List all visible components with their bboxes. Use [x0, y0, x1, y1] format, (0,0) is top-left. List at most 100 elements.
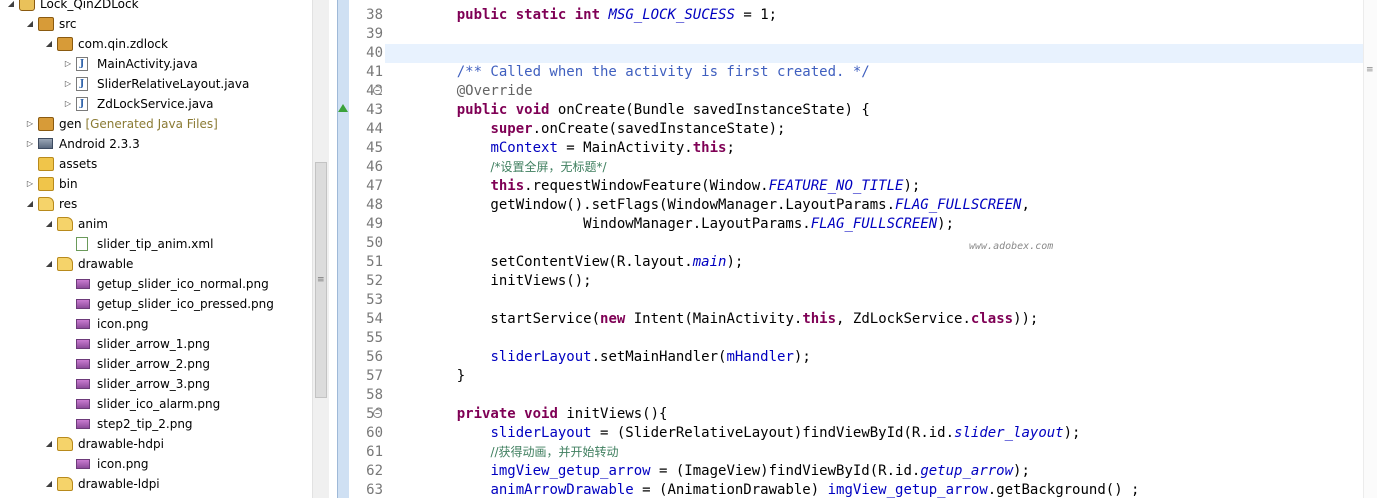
tree-item[interactable]: ▷ gen [Generated Java Files] [0, 114, 312, 134]
tree-item-name: getup_slider_ico_normal.png [97, 277, 269, 291]
tree-item-label: SliderRelativeLayout.java [97, 74, 249, 94]
expanded-twisty-icon[interactable]: ◢ [44, 214, 54, 234]
tree-item[interactable]: ▷ bin [0, 174, 312, 194]
code-line[interactable]: 45 mContext = MainActivity.this; [366, 139, 1363, 158]
tree-item[interactable]: ◢ drawable-ldpi [0, 474, 312, 494]
overview-grip-icon: ≡ [1366, 65, 1374, 75]
tree-item[interactable]: slider_tip_anim.xml [0, 234, 312, 254]
overview-ruler[interactable]: ≡ [1363, 0, 1377, 498]
tree-item[interactable]: ◢ anim [0, 214, 312, 234]
tree-item[interactable]: slider_ico_alarm.png [0, 394, 312, 414]
tree-item[interactable]: slider_arrow_2.png [0, 354, 312, 374]
folder-icon [38, 157, 54, 171]
code-line[interactable]: 43 public void onCreate(Bundle savedInst… [366, 101, 1363, 120]
code-area[interactable]: 38 public static int MSG_LOCK_SUCESS = 1… [366, 0, 1363, 498]
image-file-icon [76, 419, 90, 429]
code-line[interactable]: 42− @Override [366, 82, 1363, 101]
code-line[interactable]: 55 [366, 329, 1363, 348]
collapsed-twisty-icon[interactable]: ▷ [25, 174, 35, 194]
code-line[interactable]: 54 startService(new Intent(MainActivity.… [366, 310, 1363, 329]
line-number: 63 [366, 482, 383, 498]
collapsed-twisty-icon[interactable]: ▷ [63, 54, 73, 74]
tree-item[interactable]: icon.png [0, 314, 312, 334]
collapsed-twisty-icon[interactable]: ▷ [63, 74, 73, 94]
tree-item[interactable]: slider_arrow_3.png [0, 374, 312, 394]
expanded-twisty-icon[interactable]: ◢ [44, 474, 54, 494]
tree-item[interactable]: ▷ J ZdLockService.java [0, 94, 312, 114]
tree-item[interactable]: assets [0, 154, 312, 174]
tree-item[interactable]: ◢ com.qin.zdlock [0, 34, 312, 54]
code-line[interactable]: 59− private void initViews(){ [366, 405, 1363, 424]
java-file-icon: J [76, 57, 88, 71]
collapsed-twisty-icon [63, 414, 73, 434]
tree-item[interactable]: ◢ drawable [0, 254, 312, 274]
tree-item[interactable]: ◢ drawable-hdpi [0, 434, 312, 454]
tree-item-label: gen [Generated Java Files] [59, 114, 218, 134]
tree-item[interactable]: icon.png [0, 454, 312, 474]
tree-item[interactable]: getup_slider_ico_normal.png [0, 274, 312, 294]
code-line[interactable]: 48 getWindow().setFlags(WindowManager.La… [366, 196, 1363, 215]
code-line[interactable]: 44 super.onCreate(savedInstanceState); [366, 120, 1363, 139]
override-marker-icon[interactable] [338, 104, 348, 112]
expanded-twisty-icon[interactable]: ◢ [25, 194, 35, 214]
tree-item-name: bin [59, 177, 78, 191]
code-line[interactable]: 58 [366, 386, 1363, 405]
tree-item-name: res [59, 197, 78, 211]
collapse-fold-icon[interactable]: − [373, 409, 382, 418]
tree-item[interactable]: ▷ J MainActivity.java [0, 54, 312, 74]
tree-item[interactable]: ◢ res [0, 194, 312, 214]
code-line[interactable]: 63 animArrowDrawable = (AnimationDrawabl… [366, 481, 1363, 498]
code-line[interactable]: 60 sliderLayout = (SliderRelativeLayout)… [366, 424, 1363, 443]
tree-item[interactable]: step2_tip_2.png [0, 414, 312, 434]
expanded-twisty-icon[interactable]: ◢ [44, 254, 54, 274]
code-line[interactable]: 49 WindowManager.LayoutParams.FLAG_FULLS… [366, 215, 1363, 234]
code-text: } [423, 368, 466, 384]
image-file-icon [76, 279, 90, 289]
tree-item-name: icon.png [97, 317, 149, 331]
current-code-line[interactable]: 40 [366, 44, 1363, 63]
collapsed-twisty-icon [63, 294, 73, 314]
collapsed-twisty-icon[interactable]: ▷ [25, 134, 35, 154]
tree-item[interactable]: ◢ src [0, 14, 312, 34]
expanded-twisty-icon[interactable]: ◢ [44, 434, 54, 454]
tree-item[interactable]: getup_slider_ico_pressed.png [0, 294, 312, 314]
code-line[interactable]: 38 public static int MSG_LOCK_SUCESS = 1… [366, 6, 1363, 25]
tree-item[interactable]: ▷ J SliderRelativeLayout.java [0, 74, 312, 94]
code-line[interactable]: 50 [366, 234, 1363, 253]
collapsed-twisty-icon [63, 334, 73, 354]
expanded-twisty-icon[interactable]: ◢ [6, 0, 16, 14]
package-explorer: ◢ Lock_QinZDLock ◢ src ◢ com.qin.zdlock ▷ J Main… [0, 0, 312, 498]
code-text: mContext = MainActivity.this; [490, 140, 735, 156]
collapsed-twisty-icon[interactable]: ▷ [25, 114, 35, 134]
code-line[interactable]: 56 sliderLayout.setMainHandler(mHandler)… [366, 348, 1363, 367]
code-line[interactable]: 57 } [366, 367, 1363, 386]
explorer-scrollbar[interactable]: ≡ [312, 0, 329, 498]
tree-item[interactable]: ◢ Lock_QinZDLock [0, 0, 312, 14]
tree-item[interactable]: ▷ Android 2.3.3 [0, 134, 312, 154]
expanded-twisty-icon[interactable]: ◢ [44, 34, 54, 54]
expanded-twisty-icon[interactable]: ◢ [25, 14, 35, 34]
code-line[interactable]: 52 initViews(); [366, 272, 1363, 291]
source-folder-icon [38, 117, 54, 131]
java-file-icon: J [76, 97, 88, 111]
tree-item[interactable]: slider_arrow_1.png [0, 334, 312, 354]
folder-open-icon [57, 477, 73, 491]
line-number: 52 [366, 273, 383, 289]
collapsed-twisty-icon[interactable]: ▷ [63, 94, 73, 114]
code-line[interactable]: 62 imgView_getup_arrow = (ImageView)find… [366, 462, 1363, 481]
code-line[interactable]: 46 /*设置全屏，无标题*/ [366, 158, 1363, 177]
scrollbar-grip-icon: ≡ [317, 275, 325, 285]
code-line[interactable]: 51 setContentView(R.layout.main); [366, 253, 1363, 272]
image-file-icon [76, 299, 90, 309]
code-line[interactable]: 41 /** Called when the activity is first… [366, 63, 1363, 82]
code-line[interactable]: 39 [366, 25, 1363, 44]
folder-icon [38, 177, 54, 191]
java-editor[interactable]: 38 public static int MSG_LOCK_SUCESS = 1… [329, 0, 1377, 498]
line-number: 40 [366, 45, 383, 61]
collapse-fold-icon[interactable]: − [373, 86, 382, 95]
code-line[interactable]: 61 //获得动画，并开始转动 [366, 443, 1363, 462]
tree-item-name: slider_ico_alarm.png [97, 397, 221, 411]
code-line[interactable]: 47 this.requestWindowFeature(Window.FEAT… [366, 177, 1363, 196]
code-line[interactable]: 53 [366, 291, 1363, 310]
tree-item-name: icon.png [97, 457, 149, 471]
